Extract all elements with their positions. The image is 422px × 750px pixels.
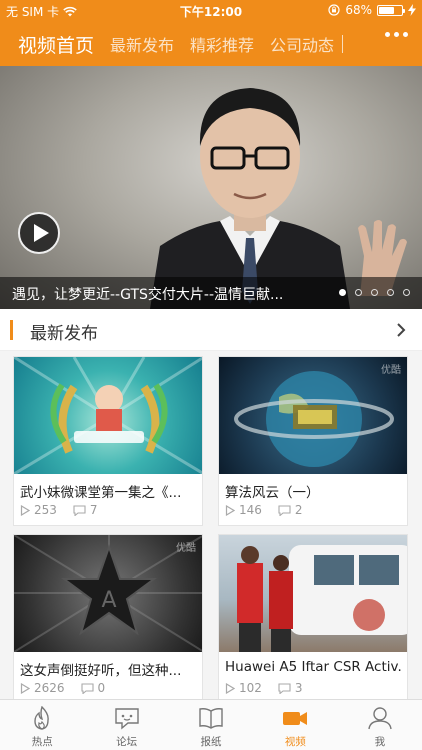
tab-video[interactable]: 视频 (253, 700, 337, 750)
hero-caption[interactable]: 遇见，让梦更近--GTS交付大片--温情巨献... (12, 284, 317, 304)
play-count: 146 (239, 503, 262, 517)
comment-count: 3 (294, 681, 303, 695)
comment-icon (73, 504, 86, 516)
comment-count: 2 (294, 503, 303, 517)
play-count: 2626 (34, 681, 65, 695)
video-thumbnail[interactable] (14, 357, 202, 474)
tab-hot[interactable]: 热点 (0, 700, 84, 750)
video-title[interactable]: 算法风云（一） (225, 481, 403, 501)
hero-banner[interactable]: 遇见，让梦更近--GTS交付大片--温情巨献... (0, 66, 422, 309)
comment-icon (278, 682, 291, 694)
section-title: 最新发布 (30, 324, 98, 344)
video-card[interactable]: 武小妹微课堂第一集之《... 253 7 (13, 356, 203, 526)
person-icon (368, 707, 392, 730)
status-bar: 无 SIM 卡 下午12:00 68% (0, 0, 422, 22)
play-button[interactable] (18, 212, 60, 254)
tab-label: 视频 (284, 736, 306, 748)
tab-newspaper[interactable]: 报纸 (169, 700, 253, 750)
video-thumbnail[interactable]: 优酷 (219, 357, 407, 474)
nav-divider (342, 35, 344, 53)
video-meta: 102 3 (225, 681, 303, 695)
carousel-dot[interactable] (403, 289, 410, 296)
play-count: 102 (239, 681, 262, 695)
video-watermark: 优酷 (176, 543, 196, 554)
tab-label: 报纸 (200, 736, 222, 748)
comment-count: 0 (97, 681, 106, 695)
tab-me[interactable]: 我 (338, 700, 422, 750)
video-card[interactable]: Huawei A5 Iftar CSR Activ... 102 3 (218, 534, 408, 704)
tab-label: 热点 (31, 736, 53, 748)
play-count-icon (225, 682, 235, 694)
svg-text:A: A (101, 588, 116, 613)
tab-recommended[interactable]: 精彩推荐 (190, 32, 254, 56)
play-count-icon (20, 682, 30, 694)
video-thumbnail[interactable] (219, 535, 407, 652)
video-card[interactable]: 优酷 算法风云（一） 146 2 (218, 356, 408, 526)
top-nav: 视频首页 最新发布 精彩推荐 公司动态 (0, 22, 422, 66)
play-icon (34, 224, 49, 242)
comment-icon (80, 682, 94, 694)
tab-latest[interactable]: 最新发布 (110, 32, 174, 56)
hero-person-image (150, 88, 350, 309)
charging-icon (408, 4, 416, 16)
video-title[interactable]: 武小妹微课堂第一集之《... (20, 481, 198, 501)
comment-count: 7 (89, 503, 98, 517)
more-dots-icon[interactable] (385, 32, 408, 37)
star-thumbnail-image: A (14, 535, 202, 652)
video-watermark: 优酷 (381, 365, 401, 376)
bottom-tab-bar: 热点 论坛 报纸 视频 我 (0, 699, 422, 750)
video-title[interactable]: Huawei A5 Iftar CSR Activ... (225, 659, 403, 675)
status-right: 68% (328, 3, 416, 17)
comment-icon (278, 504, 291, 516)
play-count-icon (20, 504, 30, 516)
section-header[interactable]: 最新发布 (0, 309, 422, 351)
globe-thumbnail-image (234, 371, 394, 467)
cartoon-thumbnail-image (14, 357, 202, 474)
video-meta: 146 2 (225, 503, 303, 517)
chevron-right-icon[interactable] (396, 322, 406, 338)
book-icon (199, 708, 223, 729)
video-camera-icon (283, 712, 308, 725)
carousel-dot[interactable] (339, 289, 346, 296)
video-meta: 253 7 (20, 503, 98, 517)
chat-bubble-icon (114, 708, 139, 730)
tab-label: 论坛 (116, 736, 138, 748)
carousel-dots (339, 289, 410, 296)
battery-icon (377, 4, 405, 16)
carousel-dot[interactable] (371, 289, 378, 296)
event-thumbnail-image (237, 545, 407, 652)
tab-label: 我 (374, 736, 386, 748)
battery-level (379, 6, 394, 14)
hero-caption-bar: 遇见，让梦更近--GTS交付大片--温情巨献... (0, 277, 422, 309)
tab-forum[interactable]: 论坛 (84, 700, 168, 750)
play-count: 253 (34, 503, 57, 517)
rotation-lock-icon (328, 4, 340, 16)
video-meta: 2626 0 (20, 681, 105, 695)
flame-icon (34, 706, 50, 730)
video-thumbnail[interactable]: A 优酷 (14, 535, 202, 652)
tab-video-home[interactable]: 视频首页 (18, 31, 94, 58)
carousel-dot[interactable] (387, 289, 394, 296)
carousel-dot[interactable] (355, 289, 362, 296)
video-title[interactable]: 这女声倒挺好听，但这种... (20, 659, 198, 679)
tab-company-news[interactable]: 公司动态 (270, 32, 334, 56)
play-count-icon (225, 504, 235, 516)
section-accent-bar (10, 320, 13, 340)
video-card[interactable]: A 优酷 这女声倒挺好听，但这种... 2626 0 (13, 534, 203, 704)
battery-percent: 68% (345, 3, 372, 17)
